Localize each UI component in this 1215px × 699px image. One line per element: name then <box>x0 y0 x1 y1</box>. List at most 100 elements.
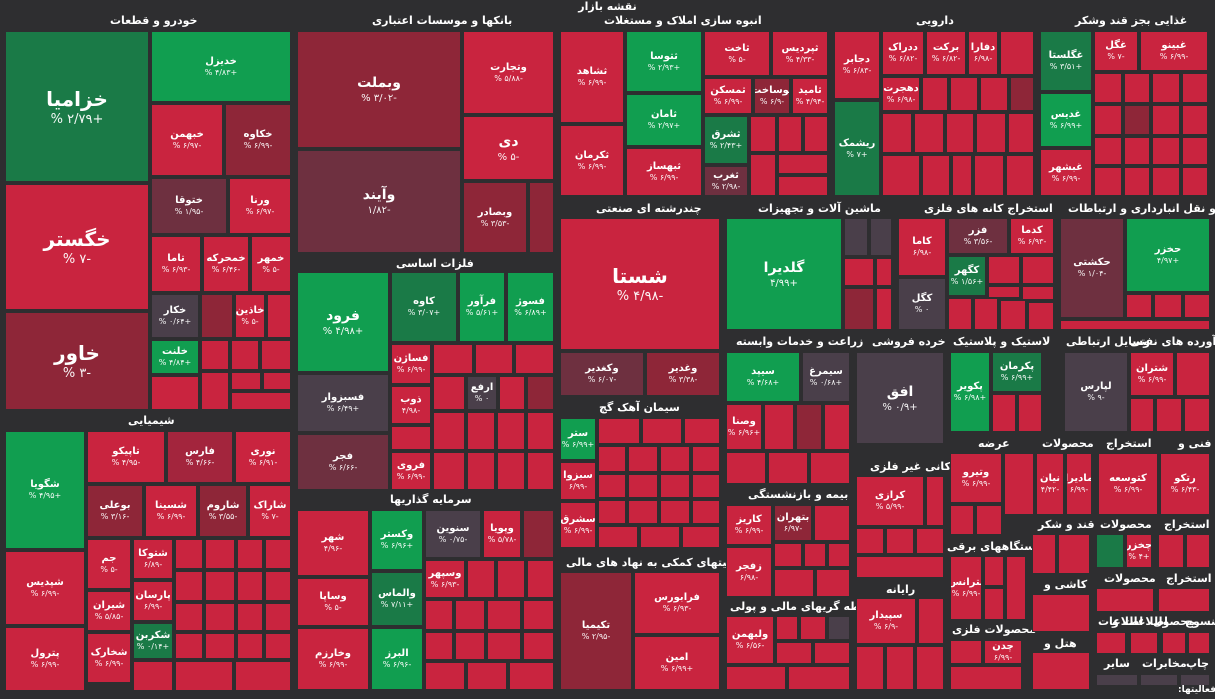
stock-tile[interactable] <box>992 394 1016 432</box>
stock-tile[interactable]: حکشتی -۱/۰۴ % <box>1060 218 1124 318</box>
stock-tile[interactable] <box>914 113 944 153</box>
stock-tile[interactable]: نوری -۶/۹۱ % <box>235 431 291 483</box>
stock-tile[interactable]: خمحرکه -۶/۴۶ % <box>203 236 249 292</box>
stock-tile[interactable]: پارسان -۶/۹۹ <box>133 581 173 621</box>
stock-tile[interactable] <box>922 77 948 111</box>
stock-tile[interactable] <box>205 603 235 631</box>
stock-tile[interactable] <box>642 418 682 444</box>
stock-tile[interactable]: وتیرو -۶/۹۹ % <box>950 453 1002 503</box>
stock-tile[interactable]: غبینو -۶/۹۹ % <box>1140 31 1208 71</box>
stock-tile[interactable] <box>856 646 884 690</box>
stock-tile[interactable]: سشرق -۶/۹۹ % <box>560 502 596 548</box>
stock-tile[interactable] <box>205 571 235 601</box>
stock-tile[interactable] <box>844 258 874 286</box>
stock-tile[interactable]: ثغرب -۲/۹۸ % <box>704 166 748 196</box>
stock-tile[interactable]: برکت -۶/۸۲ % <box>926 31 966 75</box>
stock-tile[interactable] <box>1124 73 1150 103</box>
stock-tile[interactable] <box>1182 137 1208 165</box>
stock-tile[interactable]: فسبزوار +۶/۴۹ % <box>297 374 389 432</box>
stock-tile[interactable]: بوعلی -۳/۱۶ % <box>87 485 143 537</box>
stock-tile[interactable] <box>1152 137 1180 165</box>
stock-tile[interactable] <box>950 505 974 535</box>
stock-tile[interactable] <box>1182 105 1208 135</box>
stock-tile[interactable] <box>523 600 554 630</box>
stock-tile[interactable]: خاور -۳ % <box>5 312 149 410</box>
stock-tile[interactable] <box>1158 588 1210 612</box>
stock-tile[interactable] <box>1060 320 1210 330</box>
stock-tile[interactable] <box>261 340 291 370</box>
stock-tile[interactable] <box>497 560 525 598</box>
stock-tile[interactable] <box>1022 256 1054 284</box>
stock-tile[interactable]: شهر -۴/۹۶ <box>297 510 369 576</box>
stock-tile[interactable] <box>778 176 828 196</box>
stock-tile[interactable] <box>1032 652 1090 690</box>
stock-tile[interactable]: ثامان +۲/۹۷ % <box>626 94 702 146</box>
stock-tile[interactable] <box>237 603 263 631</box>
stock-tile[interactable] <box>425 662 465 690</box>
stock-tile[interactable]: وکستر +۶/۹۶ % <box>371 510 423 570</box>
stock-tile[interactable] <box>433 376 465 410</box>
stock-tile[interactable] <box>984 556 1004 586</box>
stock-tile[interactable]: تاما -۶/۹۳ % <box>151 236 201 292</box>
stock-tile[interactable] <box>1008 113 1034 153</box>
stock-tile[interactable] <box>1126 294 1152 318</box>
stock-tile[interactable] <box>1184 398 1210 432</box>
stock-tile[interactable] <box>1094 137 1122 165</box>
stock-tile[interactable] <box>529 182 554 253</box>
stock-tile[interactable] <box>1182 167 1208 196</box>
stock-tile[interactable]: لپارس -۹ % <box>1064 352 1128 432</box>
stock-tile[interactable] <box>814 505 850 541</box>
stock-tile[interactable]: تکیمیا -۲/۹۵ % <box>560 572 632 690</box>
stock-tile[interactable] <box>175 603 203 631</box>
stock-tile[interactable]: کاما -۶/۹۸ <box>898 218 946 276</box>
stock-tile[interactable] <box>778 154 828 174</box>
stock-tile[interactable] <box>1000 300 1026 330</box>
stock-tile[interactable] <box>1140 674 1178 686</box>
stock-tile[interactable] <box>1058 534 1090 574</box>
stock-tile[interactable]: وخارزم -۶/۹۹ % <box>297 628 369 690</box>
stock-tile[interactable]: ثامید -۴/۹۴ % <box>792 78 828 114</box>
stock-tile[interactable] <box>974 155 1004 196</box>
stock-tile[interactable] <box>467 412 495 450</box>
stock-tile[interactable] <box>1186 534 1210 568</box>
stock-tile[interactable] <box>487 632 521 660</box>
stock-tile[interactable]: کرازی -۵/۹۹ % <box>856 476 924 526</box>
stock-tile[interactable]: دهجرت -۶/۹۸ % <box>882 77 920 111</box>
stock-tile[interactable]: شپدیس -۶/۹۹ % <box>5 551 85 625</box>
stock-tile[interactable]: ثاخت -۵ % <box>704 31 770 76</box>
stock-tile[interactable] <box>856 528 884 554</box>
stock-tile[interactable] <box>1004 453 1034 515</box>
stock-tile[interactable] <box>1094 167 1122 196</box>
stock-tile[interactable] <box>916 646 944 690</box>
stock-tile[interactable] <box>425 632 453 660</box>
stock-tile[interactable]: وبصادر -۳/۵۳ % <box>463 182 527 253</box>
stock-tile[interactable] <box>433 344 473 374</box>
stock-tile[interactable] <box>950 666 1022 690</box>
stock-tile[interactable] <box>796 404 822 450</box>
stock-tile[interactable] <box>201 340 229 370</box>
stock-tile[interactable] <box>828 616 850 640</box>
stock-tile[interactable] <box>391 426 431 450</box>
stock-tile[interactable] <box>1018 394 1042 432</box>
stock-tile[interactable]: امین +۶/۹۹ % <box>634 636 720 690</box>
stock-tile[interactable]: وکغدیر -۶/۰۷ % <box>560 352 644 396</box>
stock-tile[interactable]: بترانس -۶/۹۹ % <box>950 556 982 620</box>
stock-tile[interactable] <box>497 412 525 450</box>
stock-tile[interactable] <box>467 560 495 598</box>
stock-tile[interactable] <box>1176 352 1210 396</box>
stock-tile[interactable] <box>205 633 235 659</box>
stock-tile[interactable] <box>814 642 850 664</box>
stock-tile[interactable]: تاپیکو -۴/۹۵ % <box>87 431 165 483</box>
stock-tile[interactable] <box>455 600 485 630</box>
stock-tile[interactable] <box>1032 594 1090 632</box>
stock-tile[interactable] <box>265 633 291 659</box>
stock-tile[interactable] <box>768 452 808 484</box>
stock-tile[interactable] <box>1096 674 1138 686</box>
stock-tile[interactable]: شتوکا -۶/۸۹ <box>133 539 173 579</box>
stock-tile[interactable]: وساپا -۵ % <box>297 578 369 626</box>
stock-tile[interactable]: کدما -۶/۹۳ % <box>1010 218 1054 254</box>
stock-tile[interactable] <box>750 154 776 196</box>
stock-tile[interactable] <box>788 666 850 690</box>
stock-tile[interactable]: غدیس +۶/۹۹ % <box>1040 93 1092 147</box>
stock-tile[interactable]: ختوقا -۱/۹۵ % <box>151 178 227 234</box>
